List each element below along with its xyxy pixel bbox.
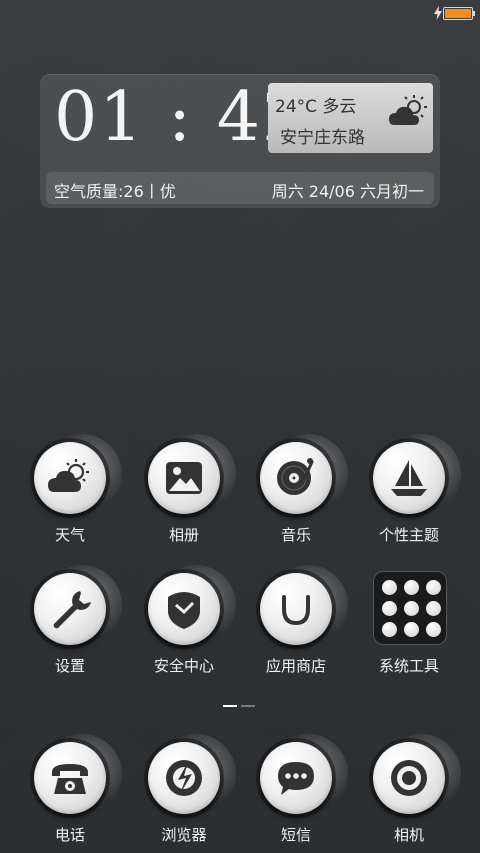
folder-system-tools-label: 系统工具 xyxy=(378,657,439,675)
mountain-photo-icon xyxy=(166,462,202,494)
dock-browser-button[interactable] xyxy=(148,742,220,814)
app-store-label: 应用商店 xyxy=(265,657,326,675)
app-store-button[interactable] xyxy=(260,573,332,645)
browser-icon xyxy=(166,760,202,796)
app-gallery-button[interactable] xyxy=(148,442,220,514)
dock-browser-label: 浏览器 xyxy=(161,826,207,844)
app-settings-button[interactable] xyxy=(34,573,106,645)
dock-messages-label: 短信 xyxy=(280,826,311,844)
dock-phone-label: 电话 xyxy=(54,826,85,844)
page-indicator xyxy=(223,705,259,724)
weather-location: 安宁庄东路 xyxy=(280,128,365,148)
bolt-icon xyxy=(434,6,442,20)
camera-lens-icon xyxy=(391,760,427,796)
clock-hour: 01 xyxy=(54,78,145,157)
phone-icon xyxy=(52,764,88,794)
dock-messages-button[interactable] xyxy=(260,742,332,814)
clock-separator: : xyxy=(168,78,194,157)
battery-icon xyxy=(443,7,475,20)
cloud-sun-icon xyxy=(48,459,89,492)
app-security-label: 安全中心 xyxy=(153,657,214,675)
shopping-bag-handle-icon xyxy=(282,595,310,626)
app-music-label: 音乐 xyxy=(280,526,311,544)
dock-camera[interactable]: 相机 xyxy=(355,734,465,852)
app-themes-button[interactable] xyxy=(373,442,445,514)
dock-camera-label: 相机 xyxy=(393,826,424,844)
folder-icon[interactable] xyxy=(373,571,447,645)
app-gallery[interactable]: 相册 xyxy=(130,434,240,552)
app-store[interactable]: 应用商店 xyxy=(242,565,352,683)
app-security-button[interactable] xyxy=(148,573,220,645)
app-weather-button[interactable] xyxy=(34,442,106,514)
app-settings[interactable]: 设置 xyxy=(16,565,126,683)
weather-panel[interactable]: 24°C 多云 安宁庄东路 xyxy=(268,83,433,153)
shield-clock-icon xyxy=(168,592,200,629)
dock-phone[interactable]: 电话 xyxy=(16,734,126,852)
dock-camera-button[interactable] xyxy=(373,742,445,814)
wrench-icon xyxy=(53,591,91,629)
cloud-sun-icon xyxy=(389,95,427,125)
air-quality: 空气质量:26丨优 xyxy=(54,182,176,201)
date-lunar: 周六 24/06 六月初一 xyxy=(271,182,424,201)
app-themes-label: 个性主题 xyxy=(378,526,439,544)
status-bar xyxy=(0,0,480,26)
battery-fill xyxy=(445,9,471,18)
app-music[interactable]: 音乐 xyxy=(242,434,352,552)
app-weather-label: 天气 xyxy=(54,526,85,544)
sailboat-icon xyxy=(391,460,427,496)
app-settings-label: 设置 xyxy=(54,657,85,675)
app-music-button[interactable] xyxy=(260,442,332,514)
app-security[interactable]: 安全中心 xyxy=(130,565,240,683)
dock-phone-button[interactable] xyxy=(34,742,106,814)
page-dot-active xyxy=(223,705,237,707)
app-weather[interactable]: 天气 xyxy=(16,434,126,552)
dock-messages[interactable]: 短信 xyxy=(242,734,352,852)
folder-system-tools[interactable]: 系统工具 xyxy=(355,571,465,683)
app-themes[interactable]: 个性主题 xyxy=(355,434,465,552)
app-gallery-label: 相册 xyxy=(168,526,199,544)
info-bar: 空气质量:26丨优 周六 24/06 六月初一 xyxy=(46,172,434,204)
message-bubble-icon xyxy=(278,762,314,795)
record-player-icon xyxy=(277,458,314,495)
dock-browser[interactable]: 浏览器 xyxy=(130,734,240,852)
page-dot xyxy=(241,705,255,707)
weather-temp-condition: 24°C 多云 xyxy=(275,97,357,117)
